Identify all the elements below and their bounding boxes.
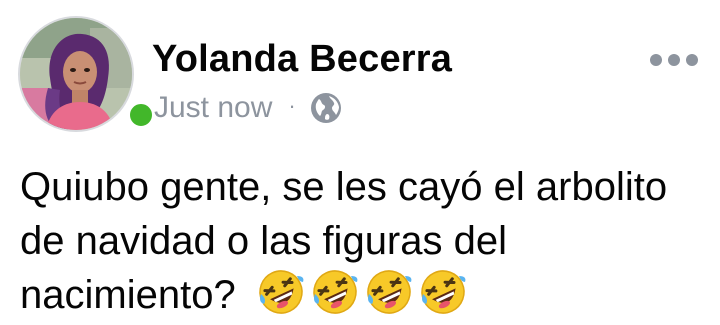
post-body: Quiubo gente, se les cayó el arbolito de…	[20, 160, 680, 322]
avatar[interactable]	[18, 16, 156, 132]
author-name[interactable]: Yolanda Becerra	[152, 38, 452, 81]
more-dot-icon	[650, 54, 662, 66]
post-card: Yolanda Becerra Just now · Quiubo gente,…	[0, 0, 720, 325]
globe-icon[interactable]	[310, 92, 342, 124]
more-dot-icon	[668, 54, 680, 66]
rolling-on-floor-laughing-icon	[259, 270, 304, 314]
post-meta: Just now ·	[154, 90, 342, 126]
more-dot-icon	[686, 54, 698, 66]
rolling-on-floor-laughing-icon	[421, 270, 466, 314]
rolling-on-floor-laughing-icon	[367, 270, 412, 314]
profile-photo	[18, 16, 134, 132]
meta-separator: ·	[288, 93, 296, 118]
timestamp[interactable]: Just now	[154, 91, 272, 125]
rolling-on-floor-laughing-icon	[313, 270, 358, 314]
emoji-row	[257, 268, 467, 316]
profile-photo-image	[20, 18, 132, 130]
online-status-dot	[126, 100, 156, 130]
more-options-button[interactable]	[650, 52, 698, 68]
